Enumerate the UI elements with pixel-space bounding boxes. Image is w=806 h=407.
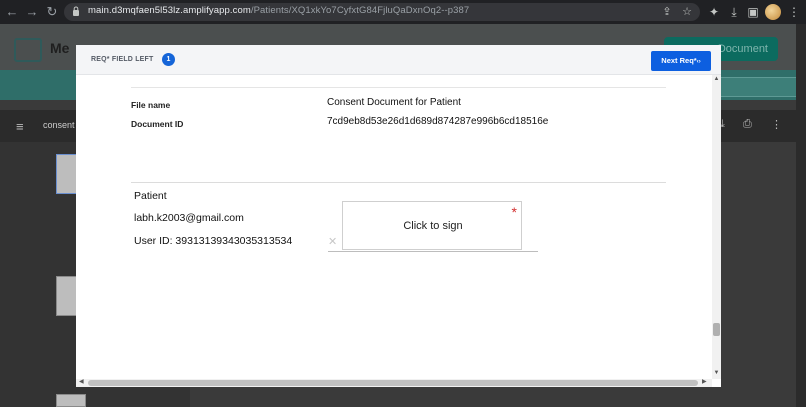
vertical-scrollbar[interactable]: ▲ ▼ — [712, 75, 721, 379]
required-marker: * — [511, 204, 517, 220]
document-id-label: Document ID — [131, 119, 184, 129]
reload-icon[interactable]: ↻ — [44, 4, 60, 20]
viewer-tab-label: consent — [43, 120, 75, 130]
next-required-label: Next Req* — [661, 56, 697, 65]
share-icon[interactable]: ⇪ — [660, 5, 674, 19]
lock-icon — [73, 6, 79, 16]
viewer-background — [720, 142, 806, 407]
scroll-up-icon[interactable]: ▲ — [712, 76, 721, 82]
sidebar-icon[interactable]: ▣ — [745, 4, 761, 20]
page-scrollbar[interactable] — [796, 24, 806, 407]
extensions-icon[interactable]: ✦ — [706, 4, 722, 20]
patient-email: labh.k2003@gmail.com — [134, 212, 244, 224]
document-content[interactable]: File name Consent Document for Patient D… — [76, 75, 712, 379]
chevron-code-icon: ‹› — [696, 59, 701, 65]
scroll-down-icon[interactable]: ▼ — [712, 370, 721, 376]
menu-icon[interactable]: ⋮ — [786, 4, 802, 20]
signature-line — [328, 251, 538, 252]
vertical-scroll-thumb[interactable] — [713, 323, 720, 336]
app-title: Me — [50, 40, 70, 56]
url-host: main.d3mqfaen5l53lz.amplifyapp.com — [88, 5, 251, 16]
horizontal-scrollbar[interactable]: ◀ ▶ — [76, 379, 712, 387]
next-required-button[interactable]: Next Req*‹› — [651, 51, 711, 71]
back-icon[interactable]: ← — [4, 4, 20, 20]
patient-label: Patient — [134, 190, 167, 202]
scroll-right-icon[interactable]: ▶ — [702, 378, 707, 385]
signing-modal: REQ* FIELD LEFT 1 Next Req*‹› File name … — [76, 45, 721, 387]
viewer-more-icon: ⋮ — [771, 119, 782, 131]
file-name-label: File name — [131, 100, 171, 110]
modal-header: REQ* FIELD LEFT 1 Next Req*‹› — [76, 45, 721, 75]
required-count-badge: 1 — [162, 53, 175, 66]
print-icon: ⎙ — [743, 118, 752, 130]
required-fields-label: REQ* FIELD LEFT — [91, 56, 154, 63]
clear-signature-icon[interactable]: ✕ — [328, 235, 337, 248]
download-icon[interactable]: ⤓ — [726, 4, 742, 20]
app-logo — [14, 38, 42, 62]
divider — [131, 87, 666, 88]
patient-user-id: User ID: 39313139343035313534 — [134, 235, 293, 247]
signature-field[interactable]: * Click to sign — [342, 201, 522, 250]
file-name-value: Consent Document for Patient — [327, 97, 461, 108]
url-text: main.d3mqfaen5l53lz.amplifyapp.com/Patie… — [88, 5, 469, 16]
horizontal-scroll-thumb[interactable] — [88, 380, 698, 386]
scroll-left-icon[interactable]: ◀ — [79, 378, 84, 385]
profile-avatar[interactable] — [765, 4, 781, 20]
page-thumbnail — [56, 394, 86, 407]
url-path: /Patients/XQ1xkYo7CyfxtG84FjluQaDxnOq2--… — [250, 5, 470, 16]
divider — [131, 182, 666, 183]
app-banner-box — [720, 77, 800, 97]
star-icon[interactable]: ☆ — [680, 5, 694, 19]
document-id-value: 7cd9eb8d53e26d1d689d874287e996b6cd18516e — [327, 116, 549, 127]
browser-toolbar: ← → ↻ main.d3mqfaen5l53lz.amplifyapp.com… — [0, 0, 806, 24]
address-bar[interactable]: main.d3mqfaen5l53lz.amplifyapp.com/Patie… — [64, 3, 700, 21]
forward-icon[interactable]: → — [24, 4, 40, 20]
hamburger-icon: ≡ — [16, 119, 24, 134]
click-to-sign-label: Click to sign — [403, 220, 463, 232]
